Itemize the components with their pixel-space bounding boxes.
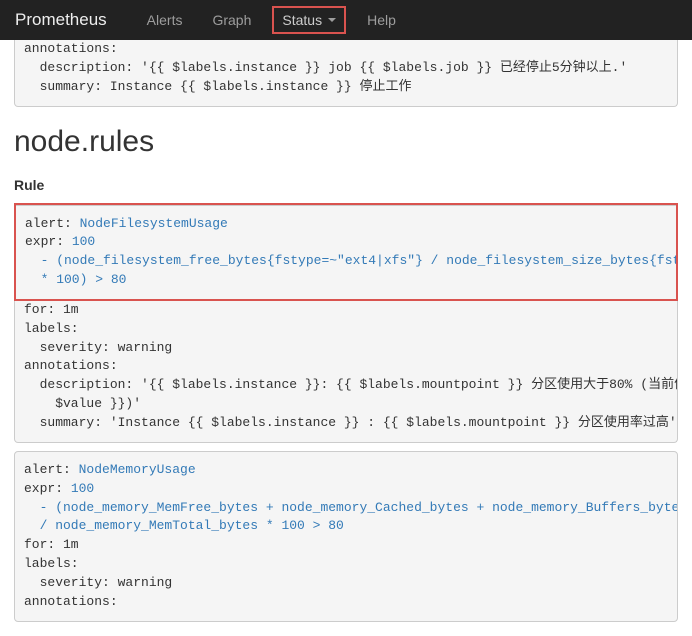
rule-column-header: Rule — [14, 177, 678, 193]
code-line: summary: Instance {{ $labels.instance }}… — [24, 78, 668, 97]
code-line: labels: — [24, 320, 668, 339]
alert-name-link[interactable]: NodeMemoryUsage — [79, 462, 196, 477]
code-text: alert: — [25, 216, 80, 231]
alert-name-link[interactable]: NodeFilesystemUsage — [80, 216, 228, 231]
section-title: node.rules — [14, 125, 678, 159]
nav-status[interactable]: Status — [272, 6, 346, 34]
expr-link-line[interactable]: - (node_filesystem_free_bytes{fstype=~"e… — [25, 252, 667, 271]
expr-link-line[interactable]: * 100) > 80 — [25, 271, 667, 290]
code-line: description: '{{ $labels.instance }}: {{… — [24, 376, 668, 395]
code-line: $value }})' — [24, 395, 668, 414]
code-line: alert: NodeFilesystemUsage — [25, 215, 667, 234]
code-line: alert: NodeMemoryUsage — [24, 461, 668, 480]
nav-alerts[interactable]: Alerts — [132, 2, 198, 38]
nav-help[interactable]: Help — [352, 2, 411, 38]
brand[interactable]: Prometheus — [15, 10, 107, 30]
nav-status-label: Status — [282, 12, 322, 28]
code-line: for: 1m — [24, 301, 668, 320]
code-text: expr: — [25, 234, 72, 249]
highlight-box: alert: NodeFilesystemUsageexpr: 100 - (n… — [14, 203, 678, 301]
expr-link-line[interactable]: / node_memory_MemTotal_bytes * 100 > 80 — [24, 517, 668, 536]
code-line: severity: warning — [24, 339, 668, 358]
code-text: alert: — [24, 462, 79, 477]
content: annotations: description: '{{ $labels.in… — [0, 40, 692, 636]
code-line: severity: warning — [24, 574, 668, 593]
code-text: expr: — [24, 481, 71, 496]
code-line: expr: 100 — [25, 233, 667, 252]
code-line: description: '{{ $labels.instance }} job… — [24, 59, 668, 78]
chevron-down-icon — [328, 18, 336, 22]
code-line: expr: 100 — [24, 480, 668, 499]
code-line: labels: — [24, 555, 668, 574]
navbar: Prometheus Alerts Graph Status Help — [0, 0, 692, 40]
code-line: summary: 'Instance {{ $labels.instance }… — [24, 414, 668, 433]
rule-code-block-prev: annotations: description: '{{ $labels.in… — [14, 40, 678, 107]
rule-code-block-1-top: alert: NodeFilesystemUsageexpr: 100 - (n… — [16, 205, 676, 299]
rule-code-block-1-rest: for: 1mlabels: severity: warningannotati… — [14, 301, 678, 443]
code-line: annotations: — [24, 40, 668, 59]
expr-link[interactable]: 100 — [72, 234, 95, 249]
expr-link-line[interactable]: - (node_memory_MemFree_bytes + node_memo… — [24, 499, 668, 518]
code-line: for: 1m — [24, 536, 668, 555]
code-line: annotations: — [24, 593, 668, 612]
expr-link[interactable]: 100 — [71, 481, 94, 496]
code-line: annotations: — [24, 357, 668, 376]
rule-code-block-2: alert: NodeMemoryUsageexpr: 100 - (node_… — [14, 451, 678, 622]
nav-graph[interactable]: Graph — [197, 2, 266, 38]
